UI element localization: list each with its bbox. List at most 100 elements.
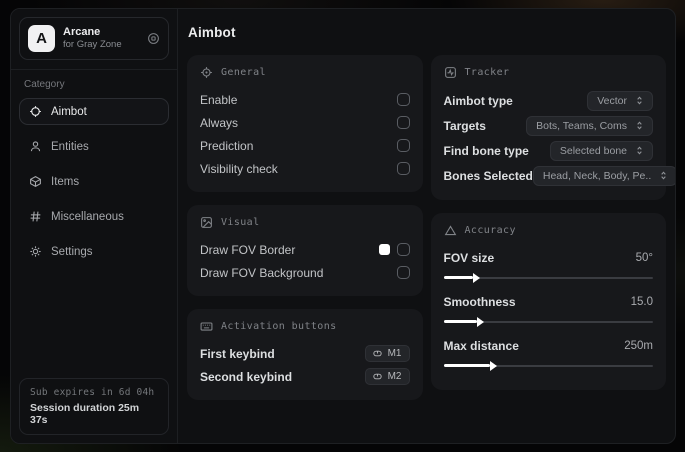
chevron-up-down-icon — [637, 121, 642, 130]
draw-fov-border-checkbox[interactable] — [396, 243, 410, 256]
setting-label: Prediction — [200, 138, 254, 153]
sidebar-item-label: Items — [51, 175, 80, 188]
setting-label: Draw FOV Border — [200, 242, 296, 257]
sidebar-divider — [11, 69, 177, 70]
prediction-checkbox[interactable] — [396, 139, 410, 152]
setting-label: Bones Selected — [443, 168, 533, 183]
visibility-check-checkbox[interactable] — [396, 162, 410, 175]
sidebar-item-label: Aimbot — [51, 105, 87, 118]
smoothness-group: Smoothness 15.0 — [443, 290, 654, 327]
sidebar-item-label: Entities — [51, 140, 89, 153]
setting-label: Visibility check — [200, 161, 278, 176]
first-keybind-button[interactable]: M1 — [364, 345, 410, 362]
fov-size-slider[interactable] — [443, 272, 653, 283]
tracker-card-header: Tracker — [444, 66, 654, 79]
slider-fill[interactable] — [443, 272, 481, 283]
sidebar-item-label: Settings — [51, 245, 93, 258]
setting-label: Enable — [200, 92, 238, 107]
brand-subtitle: for Gray Zone — [63, 39, 122, 51]
keybind-value: M2 — [387, 371, 402, 382]
bones-selected-dropdown[interactable]: Head, Neck, Body, Pe.. — [532, 165, 675, 186]
sidebar-item-aimbot[interactable]: Aimbot — [19, 98, 169, 125]
dropdown-value: Selected bone — [559, 144, 627, 157]
setting-row: Targets Bots, Teams, Coms — [443, 113, 653, 138]
activation-buttons-card: Activation buttons First keybind M1 Seco… — [187, 309, 423, 400]
brand-name: Arcane — [63, 25, 101, 38]
setting-label: Find bone type — [443, 143, 529, 158]
fov-size-group: FOV size 50° — [443, 246, 654, 283]
cheat-menu-window: A Arcane for Gray Zone Category Aimbot E… — [10, 8, 676, 444]
always-checkbox[interactable] — [396, 116, 410, 129]
targets-dropdown[interactable]: Bots, Teams, Coms — [526, 115, 653, 136]
setting-row: Prediction — [200, 134, 410, 157]
brand-card: A Arcane for Gray Zone — [19, 17, 169, 60]
find-bone-type-dropdown[interactable]: Selected bone — [549, 140, 653, 161]
sidebar: A Arcane for Gray Zone Category Aimbot E… — [11, 9, 178, 443]
tracker-card: Tracker Aimbot type Vector Targets Bots,… — [430, 55, 675, 200]
page-title: Aimbot — [188, 25, 236, 40]
image-icon — [201, 217, 212, 228]
setting-row: Visibility check — [200, 157, 410, 180]
draw-fov-background-checkbox[interactable] — [396, 266, 410, 279]
visual-card: Visual Draw FOV Border Draw FOV Backgrou… — [187, 205, 423, 296]
slider-fill[interactable] — [443, 316, 484, 327]
sidebar-item-miscellaneous[interactable]: Miscellaneous — [19, 203, 169, 230]
accuracy-card: Accuracy FOV size 50° Smoothness 15.0 Ma… — [430, 213, 666, 390]
sidebar-item-items[interactable]: Items — [19, 168, 169, 195]
keyboard-icon — [200, 322, 213, 331]
category-label: Category — [24, 79, 65, 90]
crosshair-icon — [30, 106, 41, 117]
enable-checkbox[interactable] — [396, 93, 410, 106]
activation-card-header: Activation buttons — [200, 320, 410, 333]
slider-label-row: Max distance 250m — [444, 334, 654, 357]
hash-icon — [30, 211, 41, 222]
setting-label: Targets — [443, 118, 486, 133]
sub-expires-text: Sub expires in 6d 04h — [30, 387, 155, 398]
dropdown-value: Bots, Teams, Coms — [536, 119, 627, 132]
gear-icon — [30, 246, 41, 257]
card-title: Tracker — [464, 67, 510, 78]
max-distance-group: Max distance 250m — [443, 334, 654, 371]
slider-label: Smoothness — [443, 294, 516, 309]
dropdown-value: Vector — [597, 94, 627, 107]
setting-label: Always — [200, 115, 239, 130]
visual-card-header: Visual — [200, 216, 410, 229]
mouse-icon — [372, 373, 382, 380]
mouse-icon — [372, 350, 382, 357]
setting-label: Aimbot type — [443, 93, 513, 108]
setting-row: Draw FOV Border — [200, 238, 410, 261]
setting-row: Enable — [200, 88, 410, 111]
triangle-icon — [444, 225, 456, 236]
box-icon — [30, 176, 41, 187]
fov-border-color-swatch[interactable] — [378, 244, 390, 255]
brand-logo: A — [28, 25, 55, 52]
entities-icon — [30, 141, 41, 152]
setting-row: Bones Selected Head, Neck, Body, Pe.. — [443, 163, 675, 188]
max-distance-slider[interactable] — [443, 360, 653, 371]
sidebar-item-label: Miscellaneous — [51, 210, 124, 223]
sidebar-nav: Aimbot Entities Items Miscellaneous Sett… — [19, 98, 169, 273]
slider-value: 50° — [635, 251, 653, 264]
setting-label: Second keybind — [200, 369, 293, 384]
general-card-header: General — [200, 66, 410, 79]
sidebar-item-settings[interactable]: Settings — [19, 238, 169, 265]
activity-icon — [444, 67, 456, 78]
smoothness-slider[interactable] — [443, 316, 653, 327]
aimbot-type-dropdown[interactable]: Vector — [587, 90, 653, 111]
slider-value: 15.0 — [630, 295, 653, 308]
slider-label-row: FOV size 50° — [444, 246, 654, 269]
slider-label-row: Smoothness 15.0 — [444, 290, 654, 313]
sidebar-item-entities[interactable]: Entities — [19, 133, 169, 160]
card-title: Visual — [221, 217, 260, 228]
slider-fill[interactable] — [443, 360, 497, 371]
setting-row: Second keybind M2 — [200, 365, 410, 388]
setting-row: Always — [200, 111, 410, 134]
unload-icon[interactable] — [147, 32, 160, 45]
chevron-up-down-icon — [637, 146, 642, 155]
main-content: Aimbot General Enable Always Prediction … — [178, 9, 675, 443]
setting-row: First keybind M1 — [200, 342, 410, 365]
scope-icon — [201, 67, 212, 78]
second-keybind-button[interactable]: M2 — [364, 368, 410, 385]
dropdown-value: Head, Neck, Body, Pe.. — [542, 169, 652, 182]
slider-value: 250m — [624, 339, 653, 352]
